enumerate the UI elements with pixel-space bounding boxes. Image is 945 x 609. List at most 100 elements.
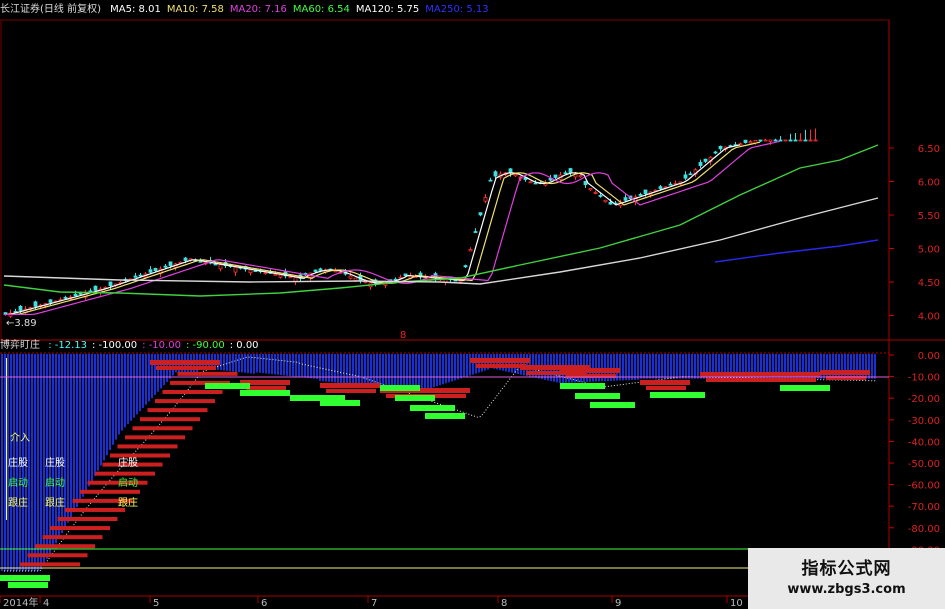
indicator-value: : -90.00 [185,340,225,351]
candle-body [33,301,38,307]
indicator-tick-label: -10.00 [908,373,940,384]
time-tick-label: 10 [730,598,743,609]
indicator-tick-label: 0.00 [918,351,940,362]
candle-body [793,139,798,142]
price-tick-label: 5.50 [918,211,940,222]
indicator-value: : -100.00 [91,340,138,351]
indicator-name: 博弈盯庄 [0,340,40,351]
candle-body [768,139,773,142]
candle-body [553,174,558,178]
candle-body [133,275,138,278]
candle-body [183,257,188,261]
candle-body [593,192,598,194]
red-block [35,544,95,549]
candle-body [763,139,768,142]
candle-body [363,281,368,284]
candle-body [163,265,168,268]
indicator-annotation: 跟庄 [45,496,65,509]
candle-body [758,139,763,142]
indicator-annotation: 跟庄 [118,496,138,509]
indicator-annotation: 庄股 [118,456,138,469]
price-tick-label: 4.00 [918,312,940,323]
candle-body [703,158,708,162]
indicator-annotation: 庄股 [8,456,28,469]
min-price-label: ←3.89 [6,318,37,329]
red-block [640,380,690,385]
indicator-value: : 0.00 [229,340,259,351]
red-block [646,386,686,390]
green-block [780,385,830,391]
time-tick-label: 6 [261,598,267,609]
green-block [560,383,605,389]
candle-body [468,249,473,252]
candle-body [513,174,518,177]
time-tick-label: 4 [43,598,49,609]
candle-body [63,296,68,299]
candle-body [278,274,283,278]
stock-title: 长江证券(日线 前复权) [0,4,101,15]
green-block [575,393,620,399]
candle-body [138,274,143,277]
red-block [326,389,376,393]
indicator-annotation: 庄股 [45,456,65,469]
red-block [162,389,223,394]
candle-body [48,299,53,303]
ma-legend-item: MA10: 7.58 [166,4,224,15]
watermark: 指标公式网 www.zbgs3.com [748,548,945,609]
ma-legend-item: MA60: 6.54 [292,4,350,15]
red-block [320,383,380,388]
indicator-tick-label: -60.00 [908,481,940,492]
green-block [205,383,250,389]
time-tick-label: 5 [153,598,159,609]
indicator-tick-label: -80.00 [908,524,940,535]
candle-body [168,261,173,266]
candle-body [473,231,478,233]
ma-legend-item: MA5: 8.01 [110,4,161,15]
candle-body [153,268,158,272]
candle-body [743,139,748,144]
period-marker: 8 [400,330,406,341]
watermark-url: www.zbgs3.com [787,582,906,597]
candle-body [353,277,358,281]
candle-body [218,264,223,270]
indicator-annotation: 跟庄 [8,496,28,509]
candle-body [698,162,703,166]
watermark-title: 指标公式网 [801,559,892,579]
candle-body [808,139,813,142]
candle-body [718,145,723,150]
candle-body [313,269,318,272]
candle-body [488,179,493,182]
red-block [27,553,88,558]
candle-body [403,273,408,277]
candle-body [263,272,268,275]
candle-body [643,189,648,194]
candle-body [788,139,793,142]
indicator-value: : -12.13 [48,340,87,351]
candle-body [748,141,753,144]
red-block [156,366,216,370]
candle-body [603,199,608,203]
red-block [150,360,220,365]
red-block [57,517,118,521]
red-block [132,426,193,431]
candle-body [598,195,603,197]
red-block [155,399,215,404]
indicator-values: : -12.13: -100.00: -10.00: -90.00: 0.00 [48,340,263,351]
candle-body [563,172,568,175]
candle-body [318,268,323,271]
candle-body [668,183,673,186]
candle-body [783,139,788,142]
indicator-annotation: 启动 [45,476,65,489]
price-tick-label: 5.00 [918,245,940,256]
chart-header: 长江证券(日线 前复权) MA5: 8.01 MA10: 7.58 MA20: 7.… [0,2,501,18]
candle-body [683,174,688,179]
red-block [476,364,526,368]
chart-canvas: 介入庄股 庄股 庄股启动 启动 启动跟庄 跟庄 跟庄 6.50 6.00 5.50 5.00 4.5… [0,19,945,609]
red-block [760,372,820,377]
ma-legend-item: MA120: 5.75 [355,4,420,15]
red-block [125,435,185,440]
green-block [240,390,290,396]
price-panel-frame [0,19,890,341]
red-block [766,378,816,382]
red-block [20,562,80,567]
